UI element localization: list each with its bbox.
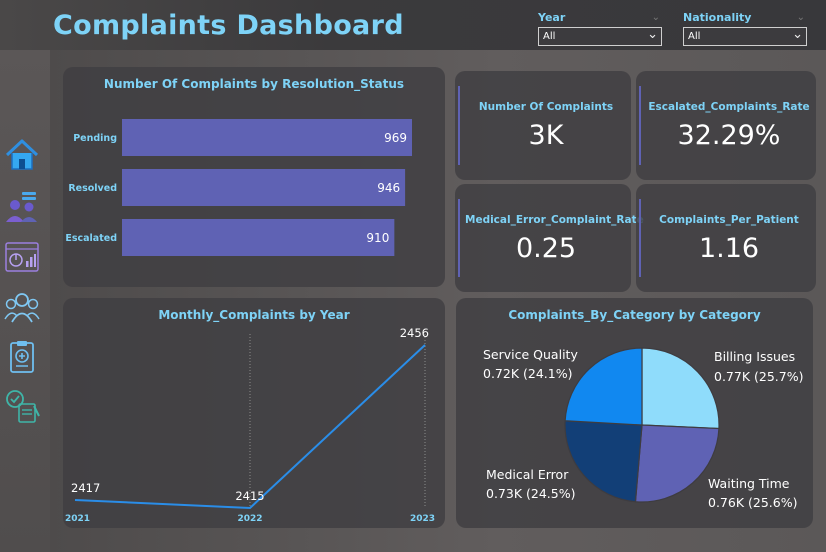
kpi-value: 0.25 <box>515 233 577 264</box>
bar[interactable] <box>122 219 395 256</box>
slice-value-label: 0.73K (24.5%) <box>486 486 575 501</box>
bar[interactable] <box>122 169 406 206</box>
slice-name-label: Billing Issues <box>714 349 795 364</box>
kpi-label: Number Of Complaints <box>478 101 614 113</box>
data-label: 2415 <box>235 489 264 503</box>
category-label: Pending <box>73 133 117 144</box>
nationality-dropdown-value: All <box>688 31 701 42</box>
slice-name-label: Service Quality <box>483 347 578 362</box>
kpi-label: Complaints_Per_Patient <box>659 214 799 226</box>
home-icon[interactable] <box>4 137 40 173</box>
kpi-accent <box>458 199 460 277</box>
monthly-complaints-card: Monthly_Complaints by Year 2417 2415 2456 2… <box>63 298 445 528</box>
resolution-status-bar-chart: Pending 969 Resolved 946 Escalated 910 <box>65 119 412 256</box>
year-dropdown-value: All <box>543 31 556 42</box>
staff-icon[interactable] <box>4 289 40 325</box>
data-label: 2417 <box>71 481 100 495</box>
year-filter: Year ⌄ All ⌄ <box>538 10 662 46</box>
data-label: 969 <box>384 131 407 145</box>
kpi-label: Escalated_Complaints_Rate <box>648 101 810 113</box>
complaint-form-icon[interactable] <box>4 388 40 424</box>
data-label: 2456 <box>400 326 429 340</box>
kpi-value: 1.16 <box>698 233 760 264</box>
pie-slice[interactable] <box>641 347 720 430</box>
resolution-status-card: Number Of Complaints by Resolution_Statu… <box>63 67 445 287</box>
kpi-accent <box>639 199 641 277</box>
nationality-dropdown[interactable]: All ⌄ <box>683 27 807 46</box>
kpi-accent <box>458 86 460 165</box>
kpi-label: Medical_Error_Complaint_Rate <box>465 214 644 226</box>
category-card: Complaints_By_Category by Category Billi… <box>456 298 813 528</box>
analytics-icon[interactable] <box>4 239 40 275</box>
patients-icon[interactable] <box>4 188 40 224</box>
x-tick-label: 2023 <box>410 514 435 524</box>
category-label: Escalated <box>65 233 117 244</box>
year-dropdown[interactable]: All ⌄ <box>538 27 662 46</box>
chevron-down-icon[interactable]: ⌄ <box>797 12 805 23</box>
kpi-escalated-rate: Escalated_Complaints_Rate 32.29% <box>636 71 816 180</box>
pie-slice[interactable] <box>564 420 643 503</box>
slice-value-label: 0.72K (24.1%) <box>483 366 572 381</box>
slice-name-label: Medical Error <box>486 467 569 482</box>
kpi-accent <box>639 86 641 165</box>
kpi-value: 32.29% <box>677 120 781 151</box>
x-tick-label: 2022 <box>237 514 262 524</box>
category-pie-chart: Billing Issues 0.77K (25.7%) Waiting Time 0… <box>483 347 803 510</box>
page-title: Complaints Dashboard <box>53 10 404 41</box>
kpi-number-of-complaints: Number Of Complaints 3K <box>455 71 631 180</box>
slice-value-label: 0.76K (25.6%) <box>708 495 797 510</box>
slice-name-label: Waiting Time <box>708 476 790 491</box>
monthly-complaints-line-chart: 2417 2415 2456 2021 2022 2023 <box>65 326 435 524</box>
data-label: 910 <box>366 231 389 245</box>
kpi-value: 3K <box>528 120 564 151</box>
x-tick-label: 2021 <box>65 514 90 524</box>
category-label: Resolved <box>68 183 117 194</box>
medical-record-icon[interactable] <box>4 339 40 375</box>
nationality-filter-label: Nationality <box>683 11 752 24</box>
kpi-medical-error-rate: Medical_Error_Complaint_Rate 0.25 <box>455 184 644 292</box>
nationality-filter: Nationality ⌄ All ⌄ <box>683 10 807 46</box>
slice-value-label: 0.77K (25.7%) <box>714 369 803 384</box>
chevron-down-icon[interactable]: ⌄ <box>652 12 660 23</box>
data-label: 946 <box>377 181 400 195</box>
chevron-down-icon: ⌄ <box>647 27 658 42</box>
bar[interactable] <box>122 119 412 156</box>
chevron-down-icon: ⌄ <box>792 27 803 42</box>
year-filter-label: Year <box>538 11 566 24</box>
pie-slice[interactable] <box>634 424 720 503</box>
series-line[interactable] <box>74 344 426 510</box>
kpi-complaints-per-patient: Complaints_Per_Patient 1.16 <box>636 184 816 292</box>
